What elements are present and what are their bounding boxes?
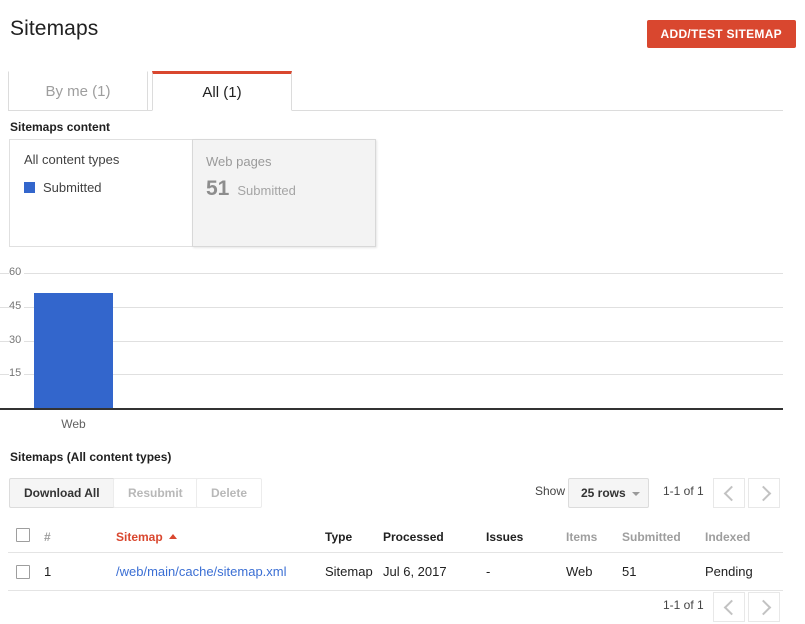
table-row-divider [8, 590, 783, 591]
chart-xtick-label: Web [61, 417, 86, 431]
web-pages-card[interactable]: Web pages 51 Submitted [192, 139, 376, 247]
delete-button[interactable]: Delete [196, 478, 263, 508]
submitted-bar-chart: 15 30 45 60 Web [0, 262, 805, 431]
column-header-indexed[interactable]: Indexed [705, 530, 750, 544]
column-header-submitted[interactable]: Submitted [622, 530, 681, 544]
table-cell-indexed: Pending [705, 564, 753, 579]
column-header-items[interactable]: Items [566, 530, 597, 544]
table-cell-processed: Jul 6, 2017 [383, 564, 447, 579]
table-cell-type: Sitemap [325, 564, 373, 579]
chart-gridline [0, 306, 783, 308]
sort-ascending-icon [168, 534, 177, 539]
select-all-checkbox[interactable] [16, 528, 30, 542]
column-header-label: Submitted [622, 530, 681, 544]
row-checkbox[interactable] [16, 565, 30, 579]
all-content-types-title: All content types [24, 152, 120, 167]
chart-legend: Submitted [24, 180, 177, 195]
chart-ytick-label: 30 [9, 333, 25, 346]
all-content-types-card: All content types Submitted [10, 140, 191, 246]
table-toolbar: Download All Resubmit Delete Show 25 row… [0, 478, 805, 510]
chevron-down-icon [631, 492, 640, 496]
column-header-label: # [44, 530, 51, 544]
next-page-button-bottom[interactable] [748, 592, 780, 622]
sitemaps-table-label: Sitemaps (All content types) [10, 450, 172, 464]
web-pages-stat: 51 Submitted [206, 177, 375, 201]
table-cell-items: Web [566, 564, 593, 579]
add-test-sitemap-button[interactable]: ADD/TEST SITEMAP [646, 20, 796, 48]
resubmit-button[interactable]: Resubmit [113, 478, 198, 508]
rows-per-page-value: 25 rows [581, 486, 626, 500]
prev-page-button-bottom[interactable] [713, 592, 745, 622]
sitemaps-content-cards: All content types Submitted Web pages 51… [9, 139, 376, 247]
chart-ytick-label: 45 [9, 299, 25, 312]
prev-page-button-top[interactable] [713, 478, 745, 508]
legend-label-submitted: Submitted [43, 180, 102, 195]
column-header-[interactable]: # [44, 530, 51, 544]
chevron-left-icon [723, 599, 740, 616]
column-header-label: Indexed [705, 530, 751, 544]
download-all-button[interactable]: Download All [9, 478, 115, 508]
column-header-label: Items [566, 530, 598, 544]
column-header-label: Processed [383, 530, 444, 544]
table-divider [8, 552, 783, 553]
legend-swatch-submitted [24, 182, 35, 193]
chart-axis-baseline [0, 408, 783, 410]
column-header-label: Issues [486, 530, 524, 544]
pagination-range-top: 1-1 of 1 [663, 484, 704, 498]
sitemap-link[interactable]: /web/main/cache/sitemap.xml [116, 564, 287, 579]
pagination-range-bottom: 1-1 of 1 [663, 598, 704, 612]
table-cell-submitted: 51 [622, 564, 637, 579]
chart-gridline [0, 374, 783, 376]
sitemaps-page: Sitemaps ADD/TEST SITEMAP By me (1) All … [0, 0, 805, 622]
next-page-button-top[interactable] [748, 478, 780, 508]
chart-gridline [0, 273, 783, 274]
table-cell-num: 1 [44, 564, 52, 579]
chart-ytick-label: 15 [9, 367, 25, 380]
chart-ytick-label: 60 [9, 266, 25, 278]
tab-by-me[interactable]: By me (1) [8, 71, 148, 111]
web-pages-title: Web pages [206, 154, 272, 169]
web-pages-value: 51 [206, 177, 230, 200]
column-header-sitemap[interactable]: Sitemap [116, 530, 177, 544]
show-label: Show [535, 484, 566, 498]
chevron-right-icon [755, 599, 772, 616]
column-header-label: Sitemap [116, 530, 163, 544]
chart-gridline [0, 340, 783, 342]
chevron-left-icon [723, 485, 740, 502]
bottom-pagination: 1-1 of 1 [0, 592, 805, 624]
tab-all[interactable]: All (1) [152, 71, 292, 111]
chart-bar[interactable] [34, 293, 113, 408]
column-header-label: Type [325, 530, 353, 544]
column-header-issues[interactable]: Issues [486, 530, 523, 544]
column-header-processed[interactable]: Processed [383, 530, 444, 544]
table-cell-issues: - [486, 564, 491, 579]
column-header-type[interactable]: Type [325, 530, 352, 544]
rows-per-page-select[interactable]: 25 rows [568, 478, 649, 508]
chevron-right-icon [755, 485, 772, 502]
page-title: Sitemaps [10, 17, 99, 40]
web-pages-value-label: Submitted [237, 183, 296, 198]
tab-bar: By me (1) All (1) [8, 71, 783, 111]
sitemaps-content-label: Sitemaps content [10, 120, 111, 134]
